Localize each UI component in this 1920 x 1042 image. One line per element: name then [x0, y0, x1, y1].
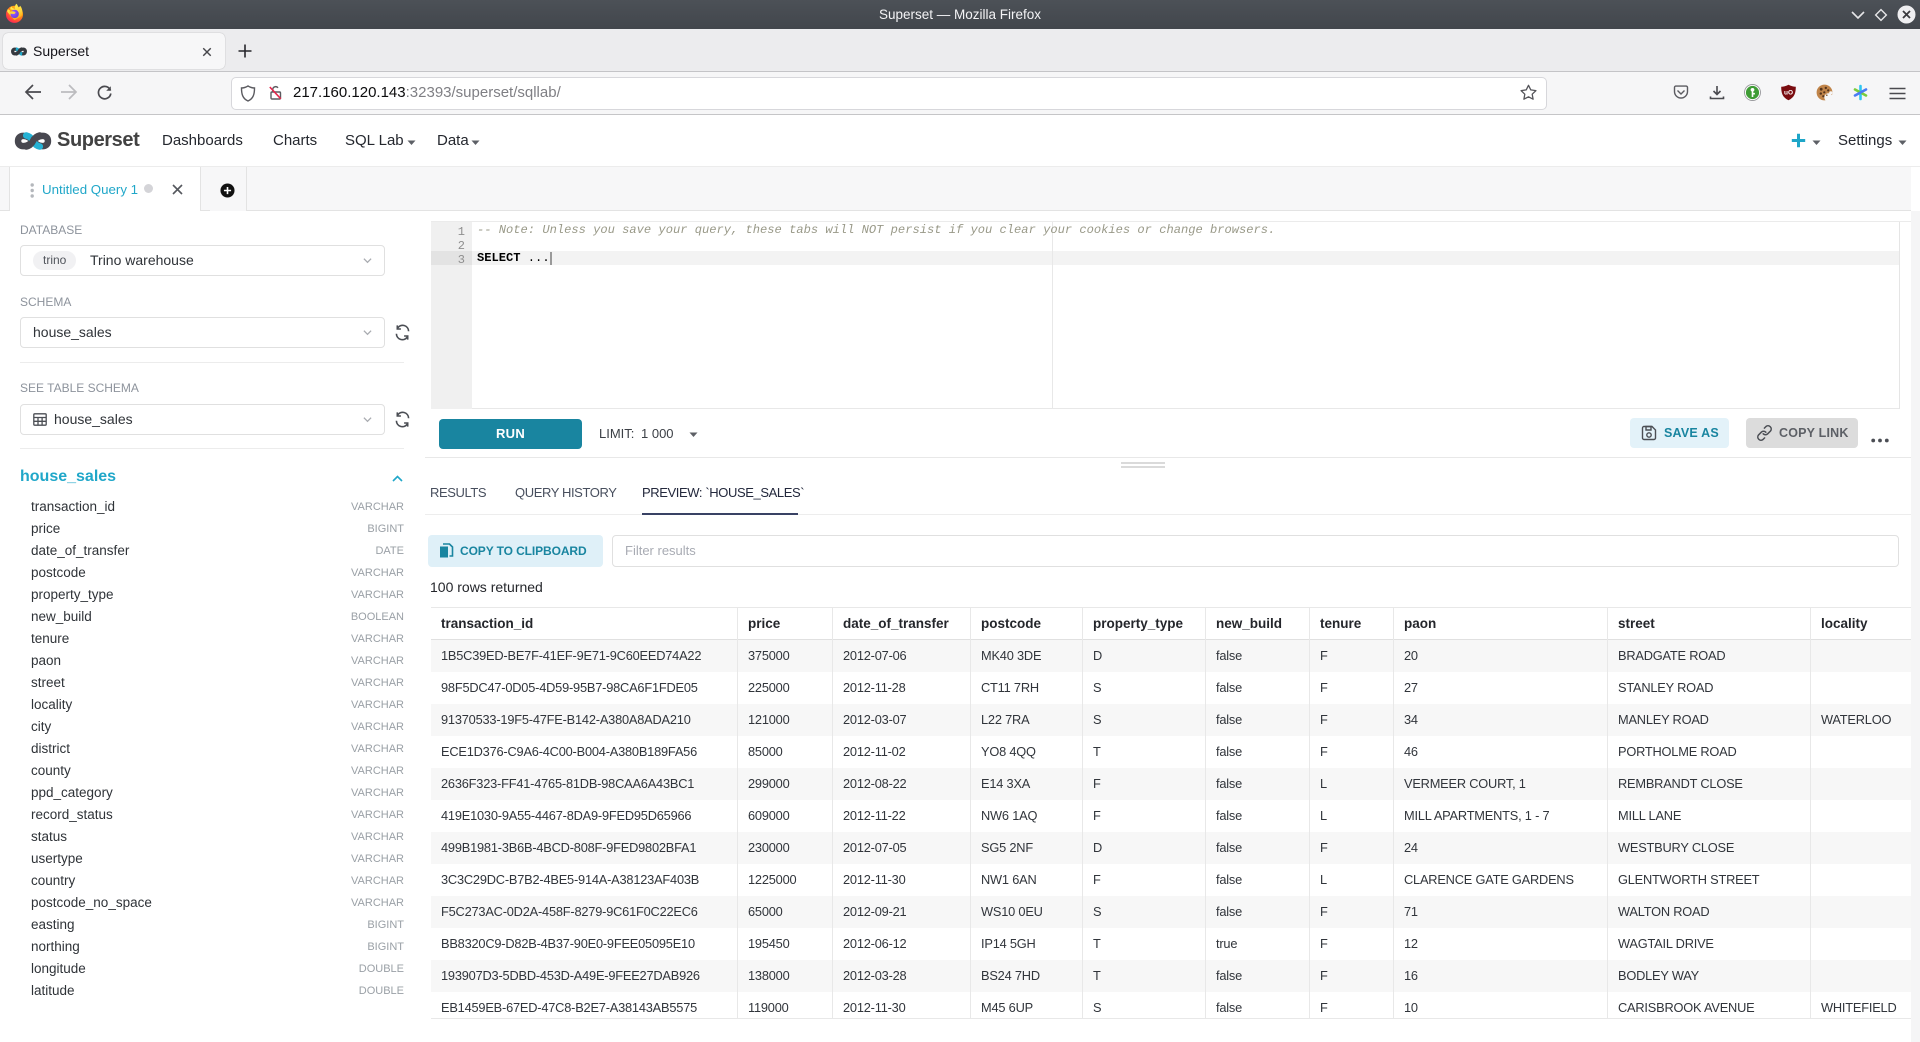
- svg-text:uO: uO: [1784, 90, 1793, 97]
